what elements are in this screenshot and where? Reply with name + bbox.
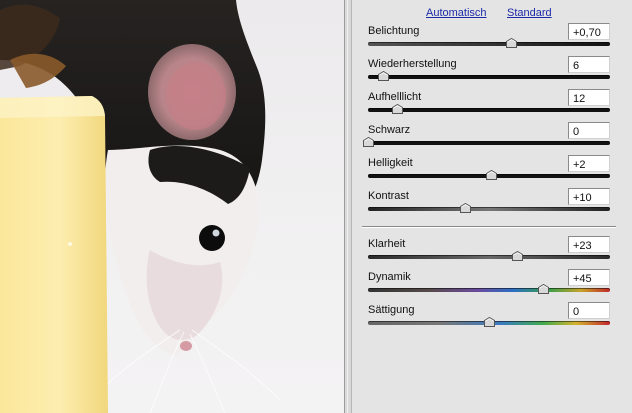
slider-label-kontrast: Kontrast [368,190,409,202]
slider-track-aufhelllicht[interactable] [368,108,610,112]
slider-row-saettigung: Sättigung [368,302,610,334]
slider-label-belichtung: Belichtung [368,25,420,37]
slider-thumb-saettigung[interactable] [484,317,495,327]
slider-value-helligkeit[interactable] [568,155,610,172]
image-preview[interactable] [0,0,344,413]
slider-row-klarheit: Klarheit [368,236,610,268]
slider-row-wiederherstellung: Wiederherstellung [368,56,610,88]
slider-value-aufhelllicht[interactable] [568,89,610,106]
auto-link[interactable]: Automatisch [426,7,487,19]
slider-value-saettigung[interactable] [568,302,610,319]
slider-thumb-kontrast[interactable] [459,203,471,213]
slider-thumb-dynamik[interactable] [538,284,550,294]
slider-thumb-helligkeit[interactable] [486,170,498,180]
slider-value-belichtung[interactable] [568,23,610,40]
slider-value-dynamik[interactable] [568,269,610,286]
slider-value-schwarz[interactable] [568,122,610,139]
slider-track-schwarz[interactable] [368,141,610,145]
slider-label-helligkeit: Helligkeit [368,157,413,169]
slider-label-saettigung: Sättigung [368,304,415,316]
slider-row-helligkeit: Helligkeit [368,155,610,187]
slider-row-schwarz: Schwarz [363,122,610,154]
slider-track-kontrast[interactable] [368,207,610,211]
slider-thumb-aufhelllicht[interactable] [392,104,404,114]
slider-row-dynamik: Dynamik [368,269,610,301]
camera-raw-window: Automatisch Standard Belichtung Wiederher… [0,0,632,413]
slider-track-klarheit[interactable] [368,255,610,259]
panel-splitter[interactable] [344,0,352,413]
slider-label-klarheit: Klarheit [368,238,406,250]
slider-label-aufhelllicht: Aufhelllicht [368,91,422,103]
slider-row-belichtung: Belichtung [368,23,610,55]
slider-label-wiederherstellung: Wiederherstellung [368,58,457,70]
slider-row-aufhelllicht: Aufhelllicht [368,89,610,121]
slider-value-wiederherstellung[interactable] [568,56,610,73]
slider-thumb-klarheit[interactable] [511,251,523,261]
basic-adjustments-panel: Automatisch Standard Belichtung Wiederher… [352,0,632,413]
standard-link[interactable]: Standard [507,7,552,19]
slider-thumb-schwarz[interactable] [363,137,374,147]
slider-row-kontrast: Kontrast [368,188,610,220]
slider-label-schwarz: Schwarz [368,124,411,136]
slider-thumb-wiederherstellung[interactable] [377,71,389,81]
slider-value-klarheit[interactable] [568,236,610,253]
section-divider [362,226,616,228]
slider-track-dynamik[interactable] [368,288,610,292]
slider-thumb-belichtung[interactable] [505,38,517,48]
slider-label-dynamik: Dynamik [368,271,411,283]
slider-value-kontrast[interactable] [568,188,610,205]
slider-track-wiederherstellung[interactable] [368,75,610,79]
mouse-photo-icon [0,0,281,413]
slider-track-belichtung[interactable] [368,42,610,46]
